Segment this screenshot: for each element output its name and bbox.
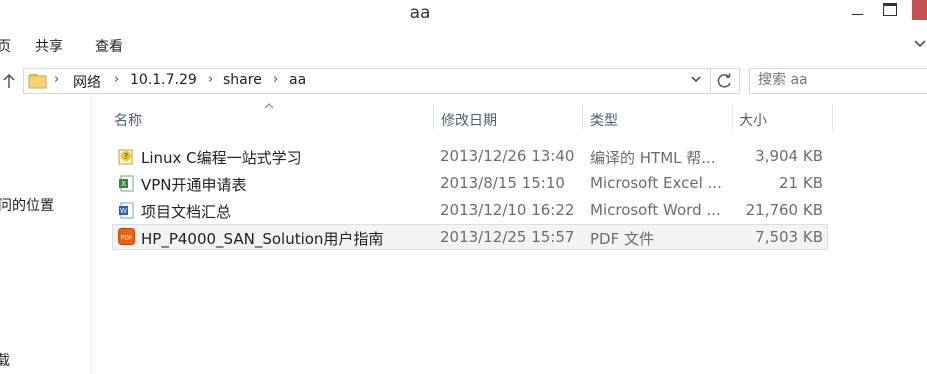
file-size: 7,503 KB: [755, 228, 823, 246]
breadcrumb-host[interactable]: 10.1.7.29: [130, 72, 197, 88]
breadcrumb-share[interactable]: share: [223, 72, 262, 88]
column-header-date[interactable]: 修改日期: [441, 110, 497, 130]
column-header-name[interactable]: 名称: [114, 110, 142, 130]
file-date: 2013/12/26 13:40: [440, 147, 575, 165]
column-divider[interactable]: [582, 104, 583, 130]
navigation-pane: [0, 96, 91, 374]
minimize-button[interactable]: [845, 0, 869, 22]
column-header-type[interactable]: 类型: [590, 110, 618, 130]
file-row[interactable]: W 项目文档汇总 2013/12/10 16:22 Microsoft Word…: [112, 198, 828, 224]
nav-item-network-location[interactable]: 问的位置: [0, 195, 54, 215]
column-divider[interactable]: [832, 104, 833, 130]
file-type: Microsoft Excel ...: [590, 174, 722, 192]
file-row[interactable]: PDF HP_P4000_SAN_Solution用户指南 2013/12/25…: [112, 224, 828, 250]
file-date: 2013/12/10 16:22: [440, 201, 575, 219]
file-type: 编译的 HTML 帮...: [590, 149, 716, 167]
ribbon-tab-share[interactable]: 共享: [35, 36, 63, 56]
word-icon: W: [119, 202, 134, 219]
ribbon: [0, 32, 927, 56]
breadcrumb-network[interactable]: 网络: [73, 72, 101, 92]
excel-icon: X: [119, 175, 134, 192]
address-history-button[interactable]: [690, 73, 702, 89]
file-date: 2013/8/15 15:10: [440, 174, 565, 192]
breadcrumb-separator-icon: ›: [54, 72, 60, 87]
column-divider[interactable]: [433, 104, 434, 130]
svg-text:?: ?: [124, 152, 128, 161]
file-date: 2013/12/25 15:57: [440, 228, 575, 246]
close-button[interactable]: [912, 0, 927, 20]
search-input[interactable]: [758, 71, 927, 89]
file-name: Linux C编程一站式学习: [141, 149, 302, 167]
file-name: 项目文档汇总: [141, 203, 232, 221]
file-size: 21 KB: [779, 174, 823, 192]
file-type: Microsoft Word ...: [590, 201, 721, 219]
file-row[interactable]: X VPN开通申请表 2013/8/15 15:10 Microsoft Exc…: [112, 171, 828, 197]
svg-text:PDF: PDF: [121, 235, 133, 242]
window-title: aa: [409, 3, 431, 23]
up-button[interactable]: [2, 71, 16, 93]
file-size: 21,760 KB: [745, 201, 823, 219]
ribbon-expand-button[interactable]: [913, 38, 927, 54]
sort-ascending-icon: [264, 103, 274, 109]
svg-text:W: W: [120, 207, 127, 215]
file-row[interactable]: ? Linux C编程一站式学习 2013/12/26 13:40 编译的 HT…: [112, 144, 828, 170]
maximize-button[interactable]: [876, 0, 904, 22]
column-divider[interactable]: [732, 104, 733, 130]
maximize-icon: [883, 2, 897, 16]
chevron-down-icon: [914, 40, 926, 48]
ribbon-tab-view[interactable]: 查看: [95, 36, 123, 56]
folder-icon: [28, 71, 48, 93]
search-box[interactable]: [749, 68, 927, 94]
refresh-button[interactable]: [709, 68, 740, 94]
file-size: 3,904 KB: [755, 147, 823, 165]
file-type: PDF 文件: [590, 230, 654, 248]
title-bar: aa: [0, 0, 927, 26]
breadcrumb-separator-icon: ›: [273, 72, 279, 87]
nav-item-downloads[interactable]: 载: [0, 350, 10, 370]
file-name: HP_P4000_SAN_Solution用户指南: [141, 230, 384, 248]
chevron-down-icon: [691, 76, 701, 83]
pdf-icon: PDF: [118, 228, 135, 245]
breadcrumb-separator-icon: ›: [208, 72, 214, 87]
address-bar[interactable]: [23, 68, 711, 94]
minimize-icon: [851, 13, 863, 15]
up-arrow-icon: [3, 73, 15, 88]
breadcrumb-aa[interactable]: aa: [289, 72, 306, 88]
column-header-size[interactable]: 大小: [739, 110, 767, 130]
ribbon-tab-page[interactable]: 页: [0, 36, 11, 56]
breadcrumb-separator-icon: ›: [114, 72, 120, 87]
file-name: VPN开通申请表: [141, 176, 247, 194]
refresh-icon: [717, 73, 731, 88]
svg-text:X: X: [121, 180, 126, 188]
chm-help-icon: ?: [118, 149, 133, 165]
